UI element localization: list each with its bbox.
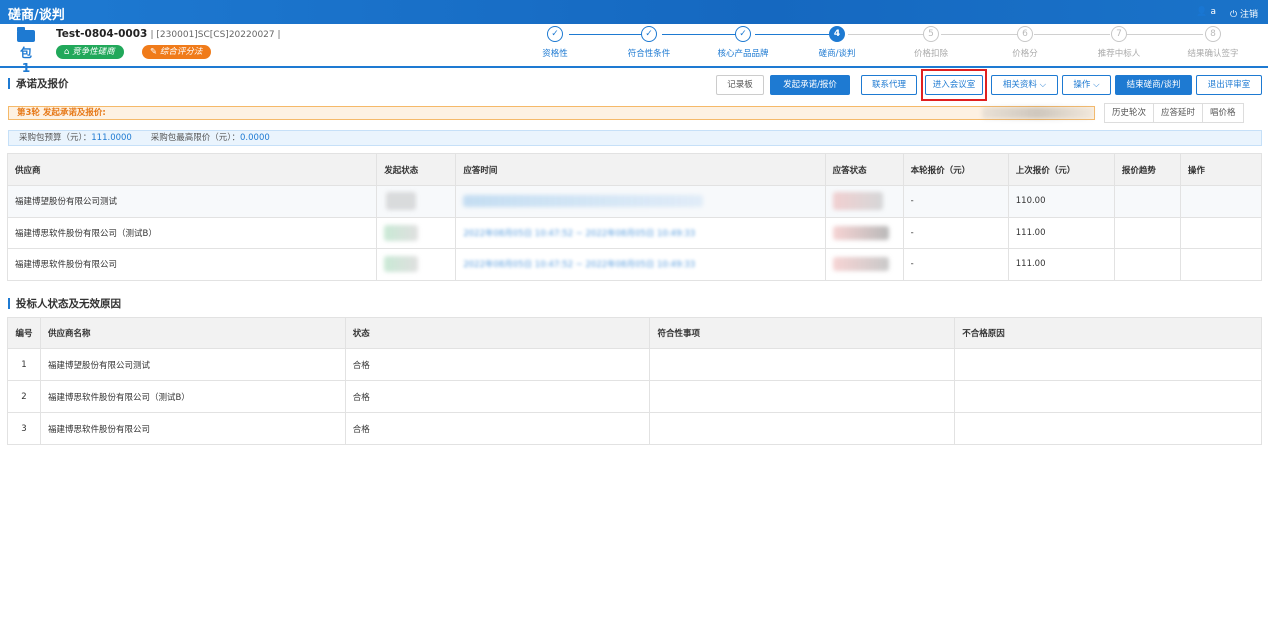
announce-price-tab[interactable]: 唱价格: [1202, 104, 1243, 122]
current-quote: -: [902, 248, 1009, 281]
step-1[interactable]: ✓ 资格性: [510, 26, 600, 59]
table-row: 福建博望股份有限公司测试 - 110.00: [6, 185, 1263, 218]
history-rounds-tab[interactable]: 历史轮次: [1105, 104, 1153, 122]
method-badge: ⌂ 竞争性磋商: [56, 45, 124, 59]
supplier-name: 福建博望股份有限公司测试: [39, 348, 346, 381]
row-number: 2: [7, 380, 41, 413]
user-icon: 👤: [1196, 7, 1208, 17]
check-icon: ✓: [641, 26, 657, 42]
last-quote: 110.00: [1007, 185, 1115, 218]
current-quote: -: [902, 185, 1009, 218]
response-time: [455, 185, 826, 218]
package-icon: 包1: [16, 27, 36, 75]
table-row: 福建博思软件股份有限公司（测试B） 2022年08月05日 10:47:52 ~…: [6, 216, 1263, 249]
package-title: Test-0804-0003: [56, 28, 148, 40]
initiate-status: [376, 185, 457, 218]
bidder-status: 合格: [344, 380, 651, 413]
table-header: 供应商 发起状态 应答时间 应答状态 本轮报价（元） 上次报价（元） 报价趋势 …: [6, 153, 1263, 186]
row-number: 3: [7, 412, 41, 445]
step-4[interactable]: 4 磋商/谈判: [792, 26, 882, 59]
contact-agent-button[interactable]: 联系代理: [861, 75, 917, 95]
section-title-quotes: 承诺及报价: [8, 76, 69, 91]
step-8: 8 结果确认签字: [1168, 26, 1258, 59]
end-negotiation-button[interactable]: 结束磋商/谈判: [1115, 75, 1192, 95]
app-title: 磋商/谈判: [8, 8, 65, 23]
supplier-name: 福建博思软件股份有限公司: [6, 248, 378, 281]
highlight-box: [921, 69, 987, 101]
budget-info: 采购包预算（元）：111.0000 采购包最高限价（元）：0.0000: [8, 130, 1262, 146]
response-delay-tab[interactable]: 应答延时: [1153, 104, 1202, 122]
supplier-name: 福建博思软件股份有限公司: [39, 412, 346, 445]
compliance-items: [649, 348, 956, 381]
exit-review-room-button[interactable]: 退出评审室: [1196, 75, 1262, 95]
round-banner: 第3轮 发起承诺及报价:: [8, 106, 1095, 120]
supplier-name: 福建博思软件股份有限公司（测试B）: [39, 380, 346, 413]
table-row: 福建博思软件股份有限公司 2022年08月05日 10:47:52 ~ 2022…: [6, 248, 1263, 281]
quote-trend: [1113, 216, 1181, 249]
step-7: 7 推荐中标人: [1074, 26, 1164, 59]
power-icon: ⏻: [1229, 10, 1238, 20]
package-label: 包1: [19, 46, 32, 75]
budget-value: 111.0000: [91, 133, 132, 143]
package-code: [230001]SC[CS]20220027: [156, 30, 275, 40]
scoring-badge: ✎ 综合评分法: [142, 45, 212, 59]
step-2[interactable]: ✓ 符合性条件: [604, 26, 694, 59]
redacted-area: [982, 107, 1094, 119]
supplier-name: 福建博思软件股份有限公司（测试B）: [6, 216, 378, 249]
package-name: Test-0804-0003 | [230001]SC[CS]20220027 …: [56, 28, 281, 40]
current-quote: -: [902, 216, 1009, 249]
logout-button[interactable]: ⏻ 注销: [1230, 7, 1258, 20]
quote-trend: [1113, 185, 1181, 218]
compliance-items: [649, 412, 956, 445]
operate-dropdown[interactable]: 操作 ⌵: [1062, 75, 1111, 95]
folder-icon: [17, 27, 35, 42]
response-status: [824, 248, 904, 281]
check-icon: ✓: [735, 26, 751, 42]
section-title-bidder-status: 投标人状态及无效原因: [8, 296, 121, 311]
quote-trend: [1113, 248, 1181, 281]
round-tabs: 历史轮次 应答延时 唱价格: [1104, 103, 1244, 123]
materials-dropdown[interactable]: 相关资料 ⌵: [991, 75, 1058, 95]
progress-steps: ✓ 资格性 ✓ 符合性条件 ✓ 核心产品品牌 4 磋商/谈判 5 价格扣除 6 价格分 7推…: [510, 26, 1260, 66]
row-actions: [1179, 248, 1263, 281]
top-bar: 磋商/谈判 👤 a ⏻ 注销: [0, 0, 1268, 24]
table-row: 1 福建博望股份有限公司测试 合格: [7, 348, 1262, 381]
last-quote: 111.00: [1007, 248, 1115, 281]
row-actions: [1179, 216, 1263, 249]
step-5: 5 价格扣除: [886, 26, 976, 59]
quotes-table: 供应商 发起状态 应答时间 应答状态 本轮报价（元） 上次报价（元） 报价趋势 …: [6, 153, 1263, 281]
check-icon: ✓: [547, 26, 563, 42]
response-time: 2022年08月05日 10:47:52 ~ 2022年08月05日 10:49…: [455, 248, 826, 281]
logout-label: 注销: [1239, 10, 1258, 20]
supplier-name: 福建博望股份有限公司测试: [6, 185, 378, 218]
initiate-quote-button[interactable]: 发起承诺/报价: [770, 75, 850, 95]
initiate-status: [376, 216, 457, 249]
response-time: 2022年08月05日 10:47:52 ~ 2022年08月05日 10:49…: [455, 216, 826, 249]
response-status: [824, 185, 904, 218]
compliance-items: [649, 380, 956, 413]
step-6: 6 价格分: [980, 26, 1070, 59]
max-price-value: 0.0000: [240, 133, 270, 143]
table-row: 3 福建博思软件股份有限公司 合格: [7, 412, 1262, 445]
row-number: 1: [7, 348, 41, 381]
bidder-status: 合格: [344, 348, 651, 381]
fail-reason: [954, 412, 1262, 445]
fail-reason: [954, 348, 1262, 381]
user-name: a: [1210, 7, 1216, 17]
chevron-down-icon: ⌵: [1093, 80, 1100, 90]
step-3[interactable]: ✓ 核心产品品牌: [698, 26, 788, 59]
response-status: [824, 216, 904, 249]
row-actions: [1179, 185, 1263, 218]
last-quote: 111.00: [1007, 216, 1115, 249]
record-board-button[interactable]: 记录板: [716, 75, 764, 95]
table-row: 2 福建博思软件股份有限公司（测试B） 合格: [7, 380, 1262, 413]
bidder-status-table: 编号 供应商名称 状态 符合性事项 不合格原因 1 福建博望股份有限公司测试 合…: [7, 317, 1262, 445]
chevron-down-icon: ⌵: [1039, 80, 1047, 90]
initiate-status: [376, 248, 457, 281]
bidder-status: 合格: [344, 412, 651, 445]
table-header: 编号 供应商名称 状态 符合性事项 不合格原因: [7, 317, 1262, 349]
fail-reason: [954, 380, 1262, 413]
package-header: 包1 Test-0804-0003 | [230001]SC[CS]202200…: [0, 24, 1268, 75]
user-menu[interactable]: 👤 a: [1196, 7, 1216, 17]
